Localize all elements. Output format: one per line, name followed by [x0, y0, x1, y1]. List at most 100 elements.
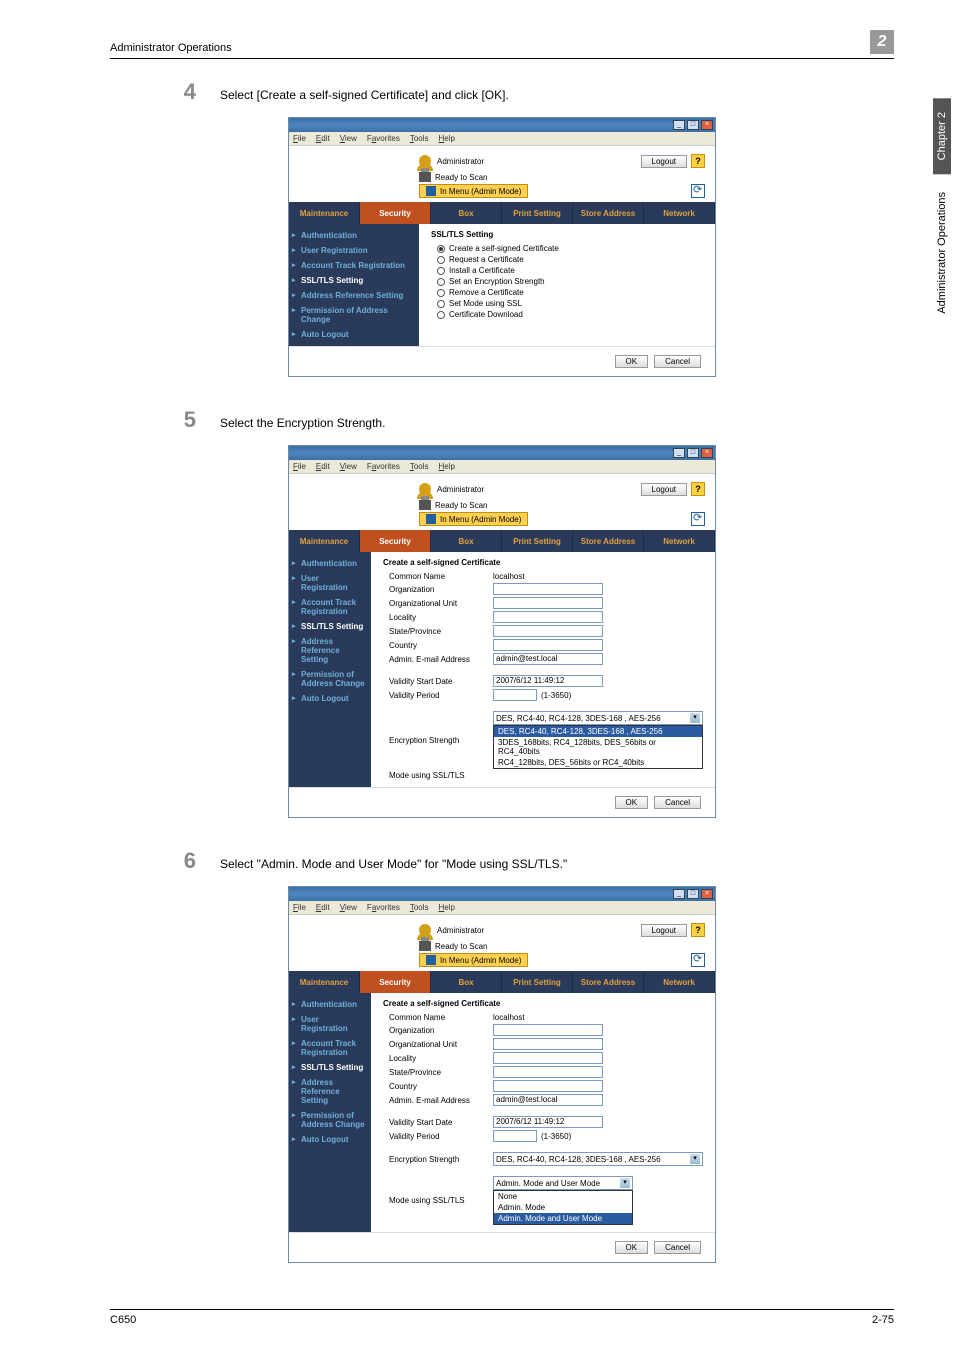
menu-favorites[interactable]: Favorites — [367, 134, 400, 143]
sidebar-item-auto-logout[interactable]: Auto Logout — [289, 1132, 371, 1147]
input-admin-email[interactable]: admin@test.local — [493, 1094, 603, 1106]
tab-network[interactable]: Network — [644, 530, 715, 552]
menu-help[interactable]: Help — [439, 134, 455, 143]
ok-button[interactable]: OK — [615, 355, 649, 368]
sidebar-item-authentication[interactable]: Authentication — [289, 997, 371, 1012]
dropdown-option[interactable]: Admin. Mode — [494, 1202, 632, 1213]
ok-button[interactable]: OK — [615, 1241, 649, 1254]
input-state[interactable] — [493, 1066, 603, 1078]
ok-button[interactable]: OK — [615, 796, 649, 809]
sidebar-item-address-reference[interactable]: Address Reference Setting — [289, 634, 371, 667]
input-country[interactable] — [493, 1080, 603, 1092]
input-validity-period[interactable] — [493, 689, 537, 701]
sidebar-item-permission-address[interactable]: Permission of Address Change — [289, 303, 419, 327]
tab-box[interactable]: Box — [431, 971, 502, 993]
help-button[interactable]: ? — [691, 154, 705, 168]
sidebar-item-account-track[interactable]: Account Track Registration — [289, 595, 371, 619]
logout-button[interactable]: Logout — [641, 924, 687, 937]
input-country[interactable] — [493, 639, 603, 651]
tab-security[interactable]: Security — [360, 530, 431, 552]
sidebar-item-permission-address[interactable]: Permission of Address Change — [289, 1108, 371, 1132]
sidebar-item-authentication[interactable]: Authentication — [289, 228, 419, 243]
tab-maintenance[interactable]: Maintenance — [289, 202, 360, 224]
tab-store-address[interactable]: Store Address — [573, 971, 644, 993]
menu-edit[interactable]: Edit — [316, 903, 330, 912]
tab-print-setting[interactable]: Print Setting — [502, 530, 573, 552]
menu-edit[interactable]: Edit — [316, 134, 330, 143]
radio-set-encryption[interactable] — [437, 278, 445, 286]
sidebar-item-address-reference[interactable]: Address Reference Setting — [289, 1075, 371, 1108]
tab-box[interactable]: Box — [431, 530, 502, 552]
radio-set-mode-ssl[interactable] — [437, 300, 445, 308]
select-encryption-strength[interactable]: DES, RC4-40, RC4-128, 3DES-168 , AES-256… — [493, 711, 703, 725]
sidebar-item-account-track[interactable]: Account Track Registration — [289, 1036, 371, 1060]
dropdown-option[interactable]: 3DES_168bits, RC4_128bits, DES_56bits or… — [494, 737, 702, 757]
close-icon[interactable]: × — [701, 120, 713, 130]
radio-install-cert[interactable] — [437, 267, 445, 275]
tab-maintenance[interactable]: Maintenance — [289, 971, 360, 993]
menu-view[interactable]: View — [340, 134, 357, 143]
minimize-icon[interactable]: _ — [673, 120, 685, 130]
input-validity-start[interactable]: 2007/6/12 11:49:12 — [493, 1116, 603, 1128]
menu-edit[interactable]: Edit — [316, 462, 330, 471]
input-locality[interactable] — [493, 611, 603, 623]
dropdown-option[interactable]: Admin. Mode and User Mode — [494, 1213, 632, 1224]
sidebar-item-user-registration[interactable]: User Registration — [289, 571, 371, 595]
input-org-unit[interactable] — [493, 1038, 603, 1050]
radio-cert-download[interactable] — [437, 311, 445, 319]
sidebar-item-user-registration[interactable]: User Registration — [289, 243, 419, 258]
menu-view[interactable]: View — [340, 462, 357, 471]
help-button[interactable]: ? — [691, 482, 705, 496]
input-state[interactable] — [493, 625, 603, 637]
tab-maintenance[interactable]: Maintenance — [289, 530, 360, 552]
menu-file[interactable]: File — [293, 134, 306, 143]
input-organization[interactable] — [493, 1024, 603, 1036]
tab-network[interactable]: Network — [644, 202, 715, 224]
sidebar-item-auto-logout[interactable]: Auto Logout — [289, 691, 371, 706]
menu-favorites[interactable]: Favorites — [367, 903, 400, 912]
menu-help[interactable]: Help — [439, 462, 455, 471]
select-mode-ssl[interactable]: Admin. Mode and User Mode▾ — [493, 1176, 633, 1190]
dropdown-option[interactable]: DES, RC4-40, RC4-128, 3DES-168 , AES-256 — [494, 726, 702, 737]
sidebar-item-account-track[interactable]: Account Track Registration — [289, 258, 419, 273]
menu-view[interactable]: View — [340, 903, 357, 912]
close-icon[interactable]: × — [701, 889, 713, 899]
menu-file[interactable]: File — [293, 903, 306, 912]
menu-help[interactable]: Help — [439, 903, 455, 912]
tab-print-setting[interactable]: Print Setting — [502, 202, 573, 224]
radio-create-self-signed[interactable] — [437, 245, 445, 253]
sidebar-item-auto-logout[interactable]: Auto Logout — [289, 327, 419, 342]
menu-tools[interactable]: Tools — [410, 462, 429, 471]
menu-tools[interactable]: Tools — [410, 903, 429, 912]
menu-tools[interactable]: Tools — [410, 134, 429, 143]
sidebar-item-permission-address[interactable]: Permission of Address Change — [289, 667, 371, 691]
cancel-button[interactable]: Cancel — [654, 796, 701, 809]
minimize-icon[interactable]: _ — [673, 889, 685, 899]
refresh-icon[interactable] — [691, 512, 705, 526]
tab-security[interactable]: Security — [360, 202, 431, 224]
tab-store-address[interactable]: Store Address — [573, 202, 644, 224]
sidebar-item-address-reference[interactable]: Address Reference Setting — [289, 288, 419, 303]
input-validity-start[interactable]: 2007/6/12 11:49:12 — [493, 675, 603, 687]
menu-file[interactable]: File — [293, 462, 306, 471]
logout-button[interactable]: Logout — [641, 155, 687, 168]
sidebar-item-authentication[interactable]: Authentication — [289, 556, 371, 571]
menu-favorites[interactable]: Favorites — [367, 462, 400, 471]
logout-button[interactable]: Logout — [641, 483, 687, 496]
radio-request-cert[interactable] — [437, 256, 445, 264]
minimize-icon[interactable]: _ — [673, 448, 685, 458]
close-icon[interactable]: × — [701, 448, 713, 458]
sidebar-item-ssl-tls[interactable]: SSL/TLS Setting — [289, 619, 371, 634]
refresh-icon[interactable] — [691, 953, 705, 967]
maximize-icon[interactable]: □ — [687, 120, 699, 130]
dropdown-option[interactable]: None — [494, 1191, 632, 1202]
input-organization[interactable] — [493, 583, 603, 595]
input-admin-email[interactable]: admin@test.local — [493, 653, 603, 665]
tab-box[interactable]: Box — [431, 202, 502, 224]
maximize-icon[interactable]: □ — [687, 889, 699, 899]
dropdown-option[interactable]: RC4_128bits, DES_56bits or RC4_40bits — [494, 757, 702, 768]
sidebar-item-ssl-tls[interactable]: SSL/TLS Setting — [289, 273, 419, 288]
maximize-icon[interactable]: □ — [687, 448, 699, 458]
refresh-icon[interactable] — [691, 184, 705, 198]
tab-security[interactable]: Security — [360, 971, 431, 993]
